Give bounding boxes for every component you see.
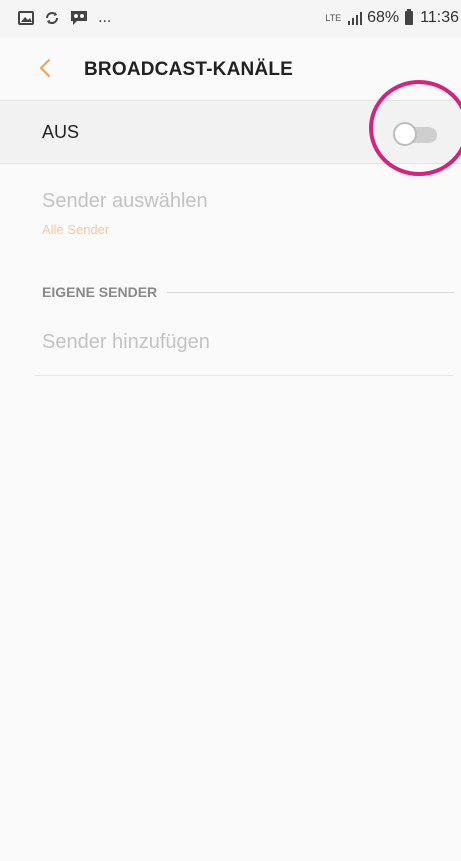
add-sender-title: Sender hinzufügen: [42, 331, 210, 353]
select-sender-title: Sender auswählen: [42, 190, 208, 212]
chevron-left-icon[interactable]: [34, 56, 58, 80]
page-title: BROADCAST-KANÄLE: [84, 59, 294, 80]
section-header-own-senders: EIGENE SENDER: [42, 282, 454, 302]
battery-icon: [405, 9, 414, 25]
select-sender-row[interactable]: Sender auswählen Alle Sender: [0, 170, 461, 250]
app-header: BROADCAST-KANÄLE: [0, 38, 461, 100]
add-sender-row[interactable]: Sender hinzufügen: [0, 318, 461, 376]
select-sender-value: Alle Sender: [42, 222, 110, 237]
gallery-icon: [18, 11, 34, 25]
screen: ... LTE 68% 11:36 BROADCAST-KANÄLE AUS S…: [0, 0, 461, 861]
battery-percent: 68%: [367, 9, 400, 26]
network-type: LTE: [325, 12, 342, 23]
status-bar: ... LTE 68% 11:36: [0, 0, 461, 38]
row-divider: [34, 375, 454, 376]
section-title: EIGENE SENDER: [42, 284, 158, 300]
signal-bars-icon: [348, 12, 363, 25]
toggle-knob: [393, 122, 417, 146]
voicemail-icon: [71, 11, 87, 25]
master-switch-label: AUS: [42, 122, 80, 142]
master-switch-row[interactable]: AUS: [0, 100, 461, 164]
master-toggle-switch[interactable]: [393, 122, 437, 146]
status-bar-left: ...: [18, 9, 111, 27]
overflow-indicator: ...: [98, 9, 112, 26]
section-divider: [167, 291, 454, 293]
status-bar-right: LTE 68% 11:36: [325, 9, 459, 27]
sync-icon: [46, 12, 58, 24]
clock: 11:36: [420, 9, 459, 26]
